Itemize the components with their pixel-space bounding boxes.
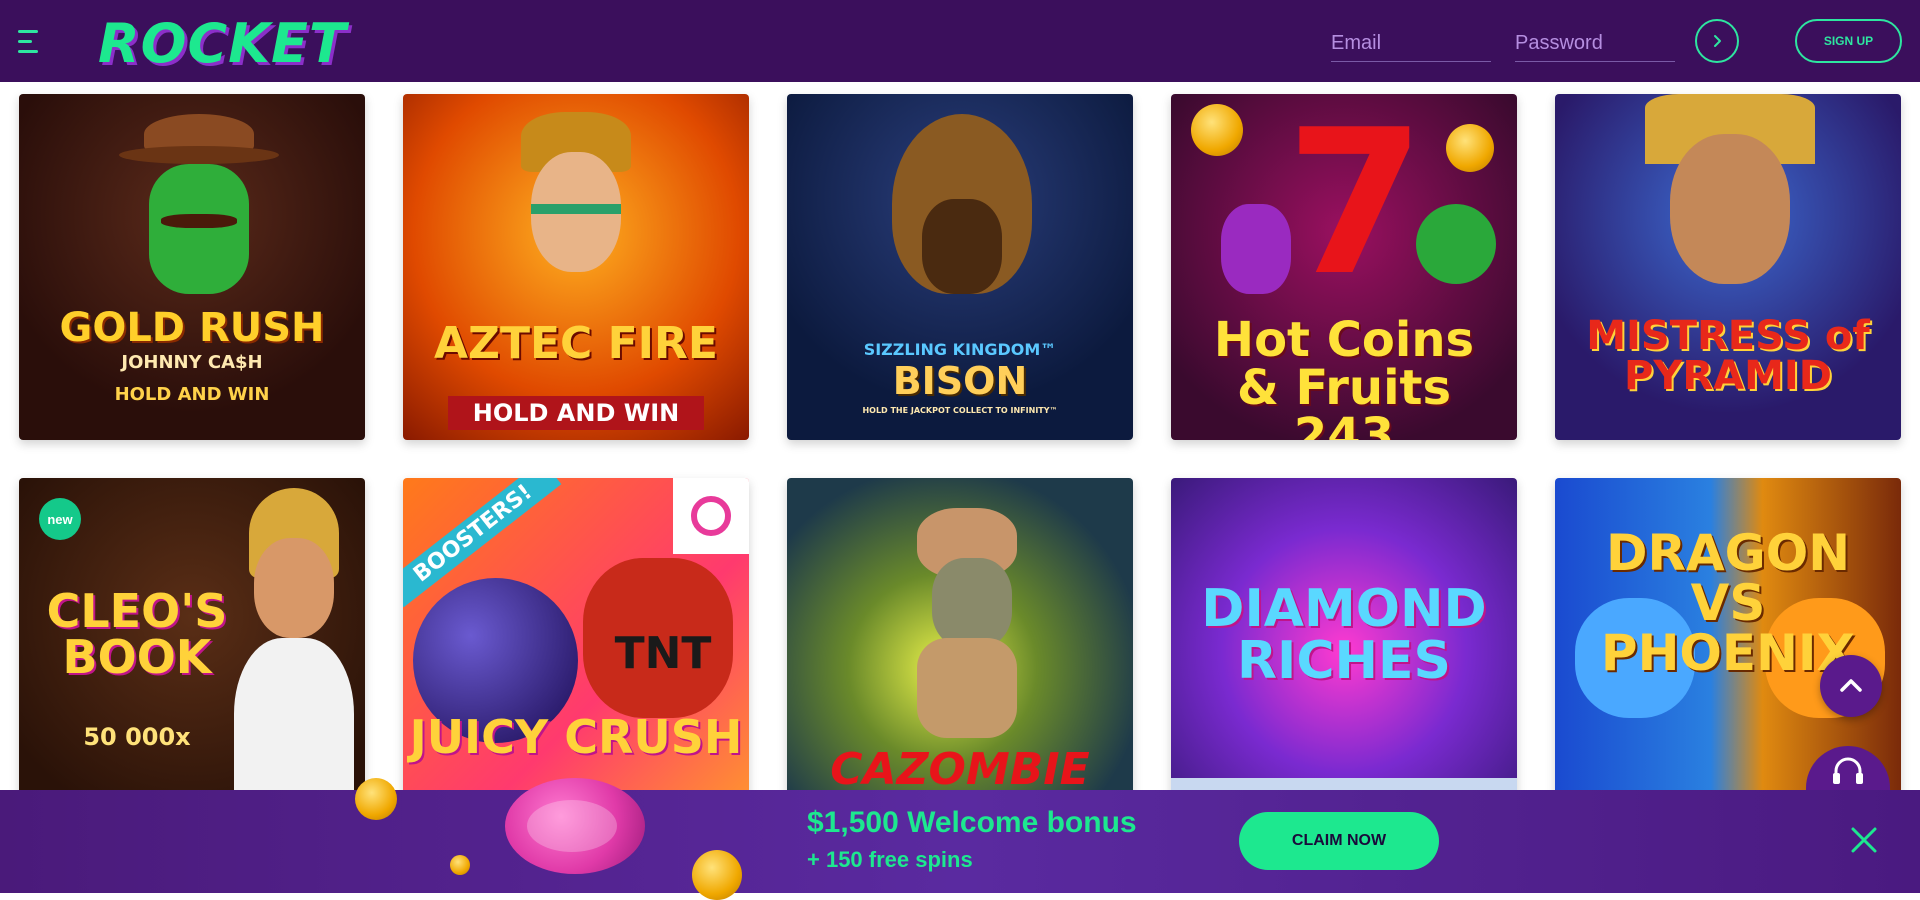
coin-decoration (450, 855, 470, 875)
game-tagline: HOLD AND WIN (114, 384, 270, 405)
game-title: JUICY CRUSH (409, 710, 743, 764)
login-submit-button[interactable] (1695, 19, 1739, 63)
game-tile[interactable]: DIAMOND RICHES (1171, 478, 1517, 824)
game-tile[interactable]: CAZOMBIE (787, 478, 1133, 824)
game-tile[interactable]: new CLEO'S BOOK 50 000x (19, 478, 365, 824)
password-input[interactable] (1515, 26, 1675, 62)
game-title: CAZOMBIE (830, 744, 1090, 795)
new-badge: new (39, 498, 81, 540)
close-icon[interactable] (1848, 824, 1880, 856)
game-subtitle: 50 000x (83, 723, 191, 751)
bonus-title: $1,500 Welcome bonus (807, 806, 1137, 839)
game-art (1635, 94, 1825, 304)
game-tagline: TNT (614, 628, 712, 679)
game-title: Hot Coins & Fruits 243 (1213, 312, 1475, 440)
bonus-subtitle: + 150 free spins (807, 847, 973, 872)
menu-icon[interactable] (18, 30, 40, 58)
rocket-mascot (505, 778, 645, 874)
game-tile[interactable]: 7 Hot Coins & Fruits 243 (1171, 94, 1517, 440)
site-logo[interactable]: ROCKET (98, 12, 347, 75)
game-tile[interactable]: AZTEC FIRE HOLD AND WIN (403, 94, 749, 440)
game-art (229, 478, 359, 824)
game-tagline: HOLD THE JACKPOT COLLECT TO INFINITY™ (862, 406, 1058, 415)
game-art: 7 (1191, 104, 1501, 304)
scroll-to-top-button[interactable] (1820, 655, 1882, 717)
game-art (867, 104, 1057, 314)
game-title: AZTEC FIRE (433, 318, 718, 369)
game-art (513, 112, 639, 302)
provider-corner (673, 478, 749, 554)
chevron-up-icon (1840, 679, 1862, 692)
top-header: ROCKET SIGN UP (0, 0, 1920, 82)
game-tile[interactable]: SIZZLING KINGDOM™ BISON HOLD THE JACKPOT… (787, 94, 1133, 440)
game-title: DRAGON VS PHOENIX (1600, 524, 1856, 682)
game-title: CLEO'S BOOK (46, 584, 228, 684)
coin-decoration (355, 778, 397, 820)
chevron-right-icon (1714, 35, 1721, 47)
game-tile[interactable]: MISTRESS of PYRAMID (1555, 94, 1901, 440)
game-subtitle: JOHNNY CA$H (121, 352, 263, 373)
welcome-bonus-bar: $1,500 Welcome bonus + 150 free spins CL… (0, 778, 1920, 900)
email-input[interactable] (1331, 26, 1491, 62)
game-tile[interactable]: GOLD RUSH JOHNNY CA$H HOLD AND WIN (19, 94, 365, 440)
headset-icon (1833, 757, 1863, 784)
game-art (89, 114, 289, 304)
game-tile[interactable]: BOOSTERS! TNT JUICY CRUSH (403, 478, 749, 824)
game-title: BISON (892, 359, 1028, 403)
game-title: GOLD RUSH (59, 305, 325, 351)
game-subtitle: HOLD AND WIN (448, 396, 704, 430)
game-title: DIAMOND RICHES (1201, 579, 1487, 691)
claim-now-button[interactable]: CLAIM NOW (1239, 812, 1439, 870)
signup-button[interactable]: SIGN UP (1795, 19, 1902, 63)
game-subtitle: SIZZLING KINGDOM™ (863, 340, 1057, 359)
game-title: MISTRESS of PYRAMID (1586, 313, 1870, 399)
game-art (897, 508, 1037, 738)
